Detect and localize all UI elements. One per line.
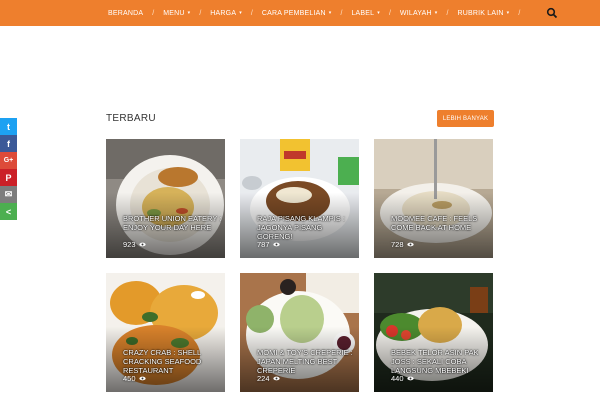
post-views: 450 (123, 374, 146, 383)
eye-icon (272, 242, 280, 247)
nav-label: WILAYAH (399, 9, 432, 17)
chevron-down-icon: ▾ (434, 10, 438, 16)
post-card[interactable]: BROTHER UNION EATERY : ENJOY YOUR DAY HE… (106, 139, 225, 258)
post-views: 440 (391, 374, 414, 383)
view-count: 450 (123, 374, 136, 383)
nav-separator: / (199, 9, 202, 17)
post-views: 923 (123, 240, 146, 249)
post-card[interactable]: MOOMEE CAFE : FEELS COME BACK AT HOME 72… (374, 139, 493, 258)
nav-label: LABEL (351, 9, 375, 17)
view-count: 923 (123, 240, 136, 249)
post-title[interactable]: BEBEK TELOR ASIN PAK JOSS : SEKALI COBA … (391, 348, 491, 375)
chevron-down-icon: ▾ (239, 10, 242, 16)
top-navbar: BERANDA / MENU ▾ / HARGA ▾ / CARA PEMBELIA… (0, 0, 600, 26)
chevron-down-icon: ▾ (328, 10, 332, 16)
post-views: 728 (391, 240, 414, 249)
more-posts-button[interactable]: LEBIH BANYAK (437, 110, 494, 127)
post-card[interactable]: CRAZY CRAB : SHELL CRACKING SEAFOOD REST… (106, 273, 225, 392)
search-icon[interactable] (546, 7, 558, 19)
nav-separator: / (152, 9, 155, 17)
email-icon[interactable]: ✉ (0, 186, 17, 203)
nav-item-rubrik-lain[interactable]: RUBRIK LAIN ▾ (457, 10, 509, 17)
nav-label: RUBRIK LAIN (457, 9, 504, 17)
nav-menu: BERANDA / MENU ▾ / HARGA ▾ / CARA PEMBELIA… (108, 0, 529, 26)
eye-icon (138, 242, 146, 247)
nav-separator: / (388, 9, 391, 17)
nav-label: HARGA (210, 9, 237, 17)
facebook-icon[interactable]: f (0, 135, 17, 152)
view-count: 787 (257, 240, 270, 249)
chevron-down-icon: ▾ (187, 10, 191, 16)
nav-item-menu[interactable]: MENU ▾ (163, 10, 190, 17)
nav-separator: / (518, 9, 521, 17)
post-title[interactable]: BROTHER UNION EATERY : ENJOY YOUR DAY HE… (123, 214, 223, 232)
chevron-down-icon: ▾ (506, 10, 510, 16)
twitter-icon[interactable]: t (0, 118, 17, 135)
eye-icon (272, 376, 280, 381)
post-card[interactable]: MOMI & TOY'S CREPERIE : JAPAN MELTING BE… (240, 273, 359, 392)
social-share-bar: t f G+ P ✉ < (0, 118, 17, 220)
nav-item-beranda[interactable]: BERANDA (108, 10, 143, 17)
nav-item-wilayah[interactable]: WILAYAH ▾ (400, 10, 438, 17)
more-share-icon[interactable]: < (0, 203, 17, 220)
nav-item-label[interactable]: LABEL ▾ (351, 10, 380, 17)
chevron-down-icon: ▾ (377, 10, 380, 16)
post-views: 224 (257, 374, 280, 383)
nav-separator: / (446, 9, 449, 17)
eye-icon (406, 376, 414, 381)
nav-item-cara-pembelian[interactable]: CARA PEMBELIAN ▾ (262, 10, 332, 17)
post-title[interactable]: RAJA PISANG KLAMPIS : JAGONYA PISANG GOR… (257, 214, 357, 241)
post-title[interactable]: MOOMEE CAFE : FEELS COME BACK AT HOME (391, 214, 491, 232)
post-title[interactable]: CRAZY CRAB : SHELL CRACKING SEAFOOD REST… (123, 348, 223, 375)
nav-label: CARA PEMBELIAN (261, 9, 326, 17)
google-plus-icon[interactable]: G+ (0, 152, 17, 169)
view-count: 224 (257, 374, 270, 383)
nav-label: MENU (163, 9, 185, 17)
view-count: 728 (391, 240, 404, 249)
eye-icon (406, 242, 414, 247)
view-count: 440 (391, 374, 404, 383)
post-views: 787 (257, 240, 280, 249)
post-card[interactable]: RAJA PISANG KLAMPIS : JAGONYA PISANG GOR… (240, 139, 359, 258)
post-title[interactable]: MOMI & TOY'S CREPERIE : JAPAN MELTING BE… (257, 348, 357, 375)
nav-label: BERANDA (108, 9, 144, 17)
eye-icon (138, 376, 146, 381)
nav-separator: / (250, 9, 253, 17)
section-title: TERBARU (106, 113, 156, 124)
post-card[interactable]: BEBEK TELOR ASIN PAK JOSS : SEKALI COBA … (374, 273, 493, 392)
nav-item-harga[interactable]: HARGA ▾ (210, 10, 242, 17)
nav-separator: / (340, 9, 343, 17)
pinterest-icon[interactable]: P (0, 169, 17, 186)
